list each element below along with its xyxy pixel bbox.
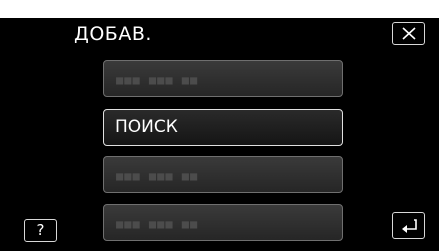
menu-item-label: ■■■ ■■■ ■■	[116, 217, 199, 231]
menu-body: ■■■ ■■■ ■■ ПОИСК ■■■ ■■■ ■■ ■■■ ■■■ ■■ ?	[0, 51, 439, 251]
help-icon: ?	[36, 221, 45, 239]
menu-item-label: ■■■ ■■■ ■■	[116, 169, 199, 183]
screen: ДОБАВ. ■■■ ■■■ ■■ ПОИСК ■■■ ■■■ ■■ ■■■ ■…	[0, 0, 439, 251]
menu-item-label: ■■■ ■■■ ■■	[116, 73, 199, 87]
menu-item-search[interactable]: ПОИСК	[103, 109, 343, 146]
menu-item-label: ПОИСК	[115, 117, 178, 137]
menu-item-3[interactable]: ■■■ ■■■ ■■	[103, 156, 343, 193]
close-icon	[402, 27, 416, 40]
menu-item-4[interactable]: ■■■ ■■■ ■■	[103, 204, 343, 241]
close-button[interactable]	[392, 22, 425, 45]
back-arrow-icon	[402, 219, 417, 233]
back-button[interactable]	[392, 212, 425, 239]
help-button[interactable]: ?	[24, 219, 57, 242]
page-title: ДОБАВ.	[74, 23, 152, 45]
header-bar: ДОБАВ.	[0, 18, 439, 51]
menu-item-1[interactable]: ■■■ ■■■ ■■	[103, 60, 343, 97]
